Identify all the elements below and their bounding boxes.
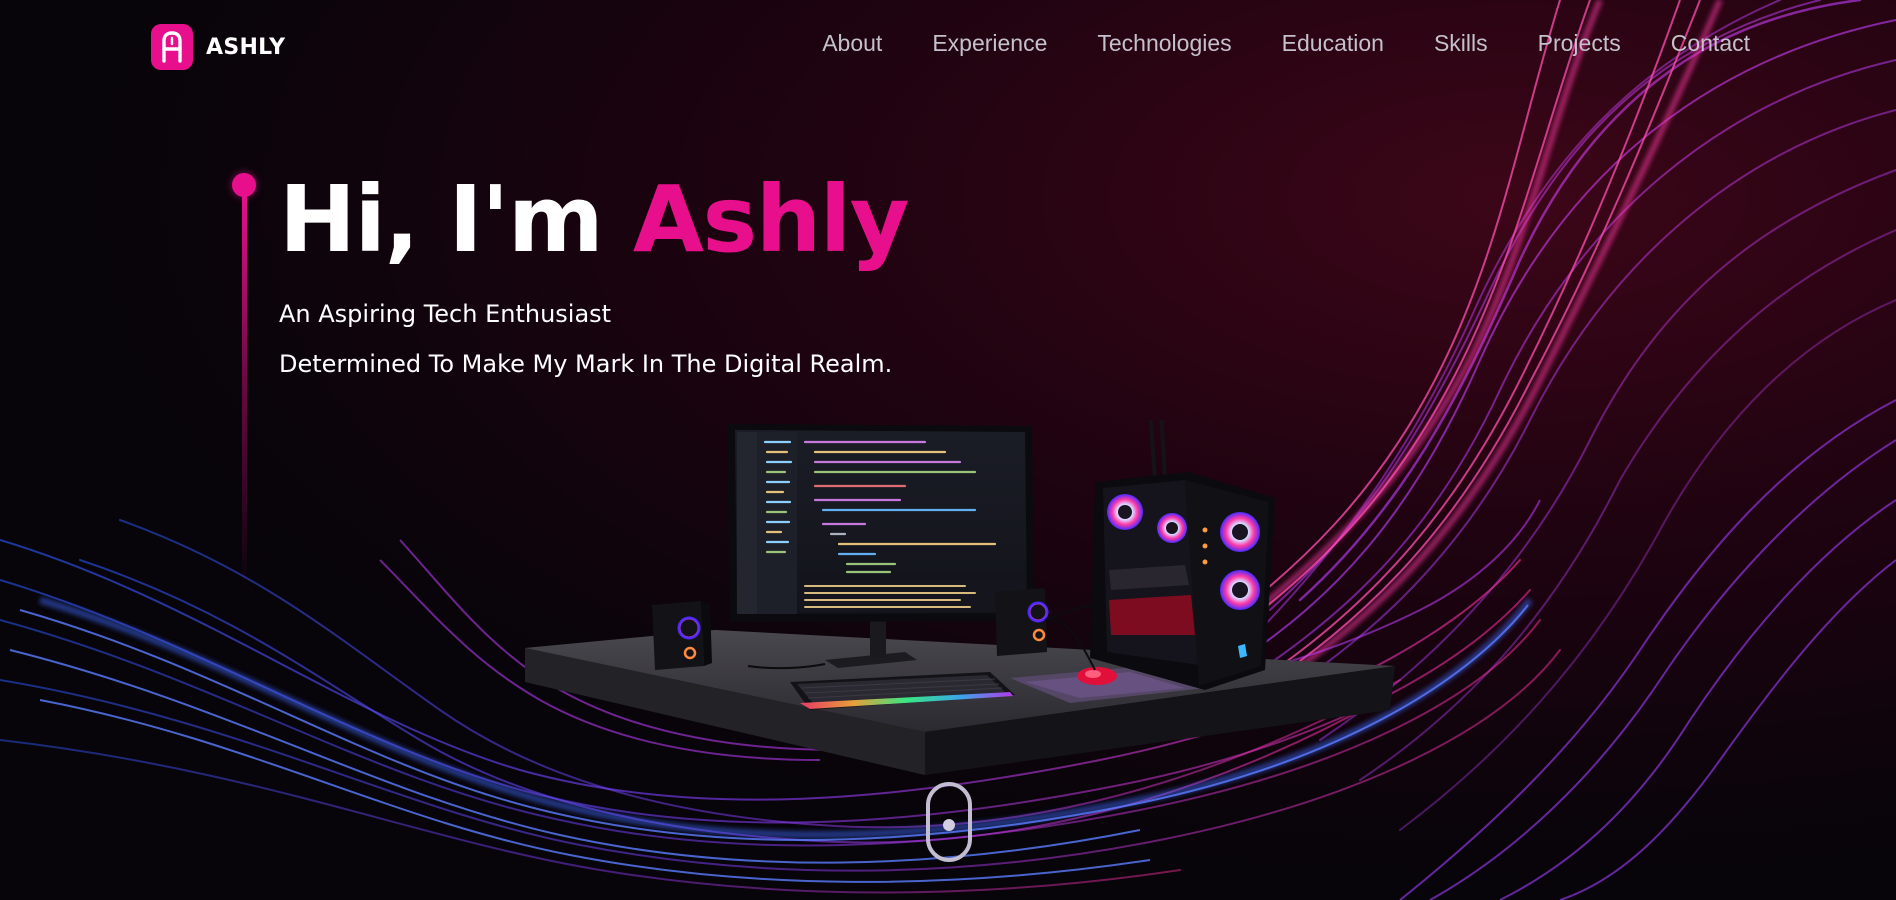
nav-link-experience[interactable]: Experience (932, 30, 1047, 57)
hero-subtitle-1: An Aspiring Tech Enthusiast (279, 300, 612, 328)
hero-subtitle-2: Determined To Make My Mark In The Digita… (279, 350, 893, 378)
hero-greeting: Hi, I'm (279, 166, 633, 273)
nav-link-skills[interactable]: Skills (1434, 30, 1488, 57)
mouse-scroll-icon[interactable] (926, 782, 972, 862)
brand-name: ASHLY (206, 34, 286, 60)
nav-link-about[interactable]: About (822, 30, 882, 57)
navbar: ASHLY About Experience Technologies Educ… (0, 0, 1896, 92)
hero-accent-line (229, 173, 259, 593)
scroll-dot (943, 819, 955, 831)
hero-accent-dot (232, 173, 256, 197)
hero-title: Hi, I'm Ashly (279, 150, 910, 290)
nav-link-contact[interactable]: Contact (1671, 30, 1750, 57)
hero-name: Ashly (632, 166, 910, 273)
nav-link-projects[interactable]: Projects (1538, 30, 1621, 57)
nav-menu: About Experience Technologies Education … (822, 30, 1750, 57)
nav-link-education[interactable]: Education (1282, 30, 1384, 57)
stylized-letter-a-icon (151, 24, 193, 70)
nav-link-technologies[interactable]: Technologies (1097, 30, 1231, 57)
brand-logo[interactable]: ASHLY (151, 24, 285, 70)
gaming-desk-setup-illustration (525, 420, 1395, 775)
hero-heading-block: Hi, I'm Ashly (279, 150, 910, 290)
hero-accent-bar (242, 195, 247, 591)
